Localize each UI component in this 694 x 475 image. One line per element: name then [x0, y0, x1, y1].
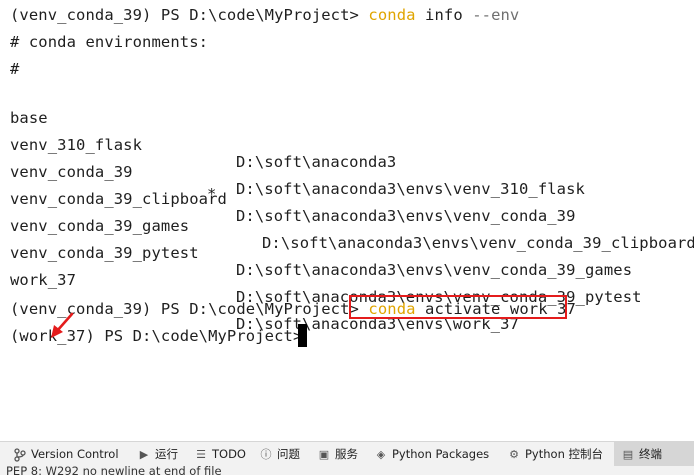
env-row: work_37 D:\soft\anaconda3\envs\work_37	[0, 247, 694, 333]
tool-window-label: Python 控制台	[525, 447, 604, 461]
list-icon: ☰	[196, 448, 206, 461]
command-keyword: conda	[368, 6, 416, 24]
tool-window-run[interactable]: ▶ 运行	[138, 442, 178, 467]
tool-window-terminal[interactable]: ▤ 终端	[614, 442, 694, 467]
env-name: work_37	[10, 271, 77, 289]
tool-window-problems[interactable]: ⓘ 问题	[260, 442, 301, 467]
output-header-hash: #	[10, 60, 20, 78]
status-message: PEP 8: W292 no newline at end of file	[6, 466, 222, 475]
env-row: venv_conda_39 * D:\soft\anaconda3\envs\v…	[0, 139, 694, 225]
output-header: # conda environments:	[10, 33, 209, 51]
tool-window-label: 运行	[155, 447, 178, 461]
tool-window-bar: Version Control ▶ 运行 ☰ TODO ⓘ 问题 ▣ 服务 ◈ …	[0, 441, 694, 467]
tool-window-services[interactable]: ▣ 服务	[318, 442, 358, 467]
env-row: venv_conda_39_games D:\soft\anaconda3\en…	[0, 193, 694, 279]
command-name: info	[425, 6, 463, 24]
terminal-panel[interactable]: (venv_conda_39) PS D:\code\MyProject> co…	[0, 0, 694, 438]
services-icon: ▣	[318, 448, 330, 461]
env-row: venv_conda_39_pytest D:\soft\anaconda3\e…	[0, 220, 694, 306]
python-console-icon: ⚙	[509, 448, 519, 461]
highlight-box	[349, 295, 567, 319]
problems-icon: ⓘ	[260, 448, 272, 461]
command-line-1: (venv_conda_39) PS D:\code\MyProject> co…	[10, 4, 519, 26]
run-icon: ▶	[139, 448, 149, 461]
tool-window-python-console[interactable]: ⚙ Python 控制台	[508, 442, 603, 467]
prompt: (venv_conda_39) PS D:\code\MyProject>	[10, 6, 369, 24]
env-row: base D:\soft\anaconda3	[0, 85, 694, 171]
tool-window-label: 服务	[335, 447, 358, 461]
env-row: venv_310_flask D:\soft\anaconda3\envs\ve…	[0, 112, 694, 198]
text-cursor	[298, 324, 307, 347]
packages-icon: ◈	[376, 448, 386, 461]
tool-window-python-packages[interactable]: ◈ Python Packages	[375, 442, 489, 467]
tool-window-label: TODO	[212, 447, 246, 461]
command-flag: --env	[472, 6, 520, 24]
tool-window-todo[interactable]: ☰ TODO	[195, 442, 246, 467]
env-row: venv_conda_39_clipboard D:\soft\anaconda…	[0, 166, 694, 252]
branch-icon	[14, 447, 26, 462]
status-bar: PEP 8: W292 no newline at end of file	[0, 466, 694, 475]
tool-window-label: 终端	[639, 447, 662, 461]
tool-window-label: 问题	[277, 447, 300, 461]
tool-window-label: Python Packages	[392, 447, 490, 461]
tool-window-version-control[interactable]: Version Control	[14, 442, 119, 467]
terminal-icon: ▤	[622, 448, 634, 461]
tool-window-label: Version Control	[31, 447, 119, 461]
red-arrow-icon	[51, 312, 74, 338]
